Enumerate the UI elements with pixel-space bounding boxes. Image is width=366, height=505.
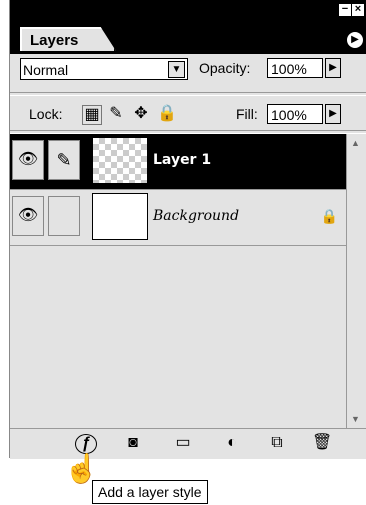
dropdown-arrow-icon[interactable]: ▼ bbox=[168, 61, 185, 78]
scroll-down-icon[interactable]: ▼ bbox=[351, 414, 360, 424]
layer-row-background[interactable]: 👁 Background 🔒 bbox=[10, 190, 346, 246]
trash-icon[interactable]: 🗑 bbox=[312, 434, 332, 452]
fill-label: Fill: bbox=[236, 106, 258, 122]
scroll-up-icon[interactable]: ▲ bbox=[351, 138, 360, 148]
eye-icon[interactable]: 👁 bbox=[12, 196, 44, 236]
layers-panel: − × Layers ▶ Normal ▼ Opacity: 100% ▶ Lo… bbox=[9, 0, 366, 459]
divider bbox=[10, 92, 366, 96]
opacity-label: Opacity: bbox=[199, 60, 251, 76]
new-layer-icon[interactable]: ⧉ bbox=[267, 434, 287, 452]
tooltip: Add a layer style bbox=[92, 480, 208, 504]
layer-thumbnail bbox=[92, 137, 148, 184]
layer-name: Layer 1 bbox=[153, 152, 212, 168]
lock-position-icon[interactable]: ✥ bbox=[132, 105, 150, 123]
lock-transparency-icon[interactable]: ▦ bbox=[82, 105, 102, 125]
layer-thumbnail bbox=[92, 193, 148, 240]
eye-icon[interactable]: 👁 bbox=[12, 140, 44, 180]
blend-mode-select[interactable]: Normal ▼ bbox=[20, 58, 188, 80]
lock-all-icon[interactable]: 🔒 bbox=[157, 105, 177, 123]
new-group-icon[interactable]: ▭ bbox=[173, 434, 193, 452]
layers-list: 👁 ✎ Layer 1 👁 Background 🔒 bbox=[10, 134, 346, 428]
panel-menu-button[interactable]: ▶ bbox=[346, 31, 364, 49]
layer-row-layer-1[interactable]: 👁 ✎ Layer 1 bbox=[10, 134, 346, 190]
opacity-stepper[interactable]: ▶ bbox=[325, 58, 341, 78]
blend-mode-value: Normal bbox=[23, 62, 69, 78]
add-layer-style-icon[interactable]: ƒ bbox=[75, 434, 97, 454]
hand-cursor-icon: ☝ bbox=[64, 453, 99, 484]
lock-image-icon[interactable]: ✎ bbox=[107, 105, 125, 123]
tab-layers[interactable]: Layers bbox=[20, 27, 116, 51]
link-cell[interactable] bbox=[48, 196, 80, 236]
lock-icon: 🔒 bbox=[320, 208, 338, 224]
panel-titlebar: − × bbox=[10, 0, 366, 26]
close-button[interactable]: × bbox=[351, 3, 365, 17]
lock-label: Lock: bbox=[29, 106, 63, 122]
fill-field[interactable]: 100% bbox=[267, 104, 323, 124]
new-adjustment-layer-icon[interactable]: ◐ bbox=[222, 434, 242, 452]
layer-name: Background bbox=[153, 208, 240, 224]
opacity-field[interactable]: 100% bbox=[267, 58, 323, 78]
fill-stepper[interactable]: ▶ bbox=[325, 104, 341, 124]
scrollbar[interactable]: ▲ ▼ bbox=[346, 134, 366, 428]
add-mask-icon[interactable]: ◙ bbox=[123, 434, 143, 452]
brush-icon[interactable]: ✎ bbox=[48, 140, 80, 180]
minimize-button[interactable]: − bbox=[338, 3, 352, 17]
